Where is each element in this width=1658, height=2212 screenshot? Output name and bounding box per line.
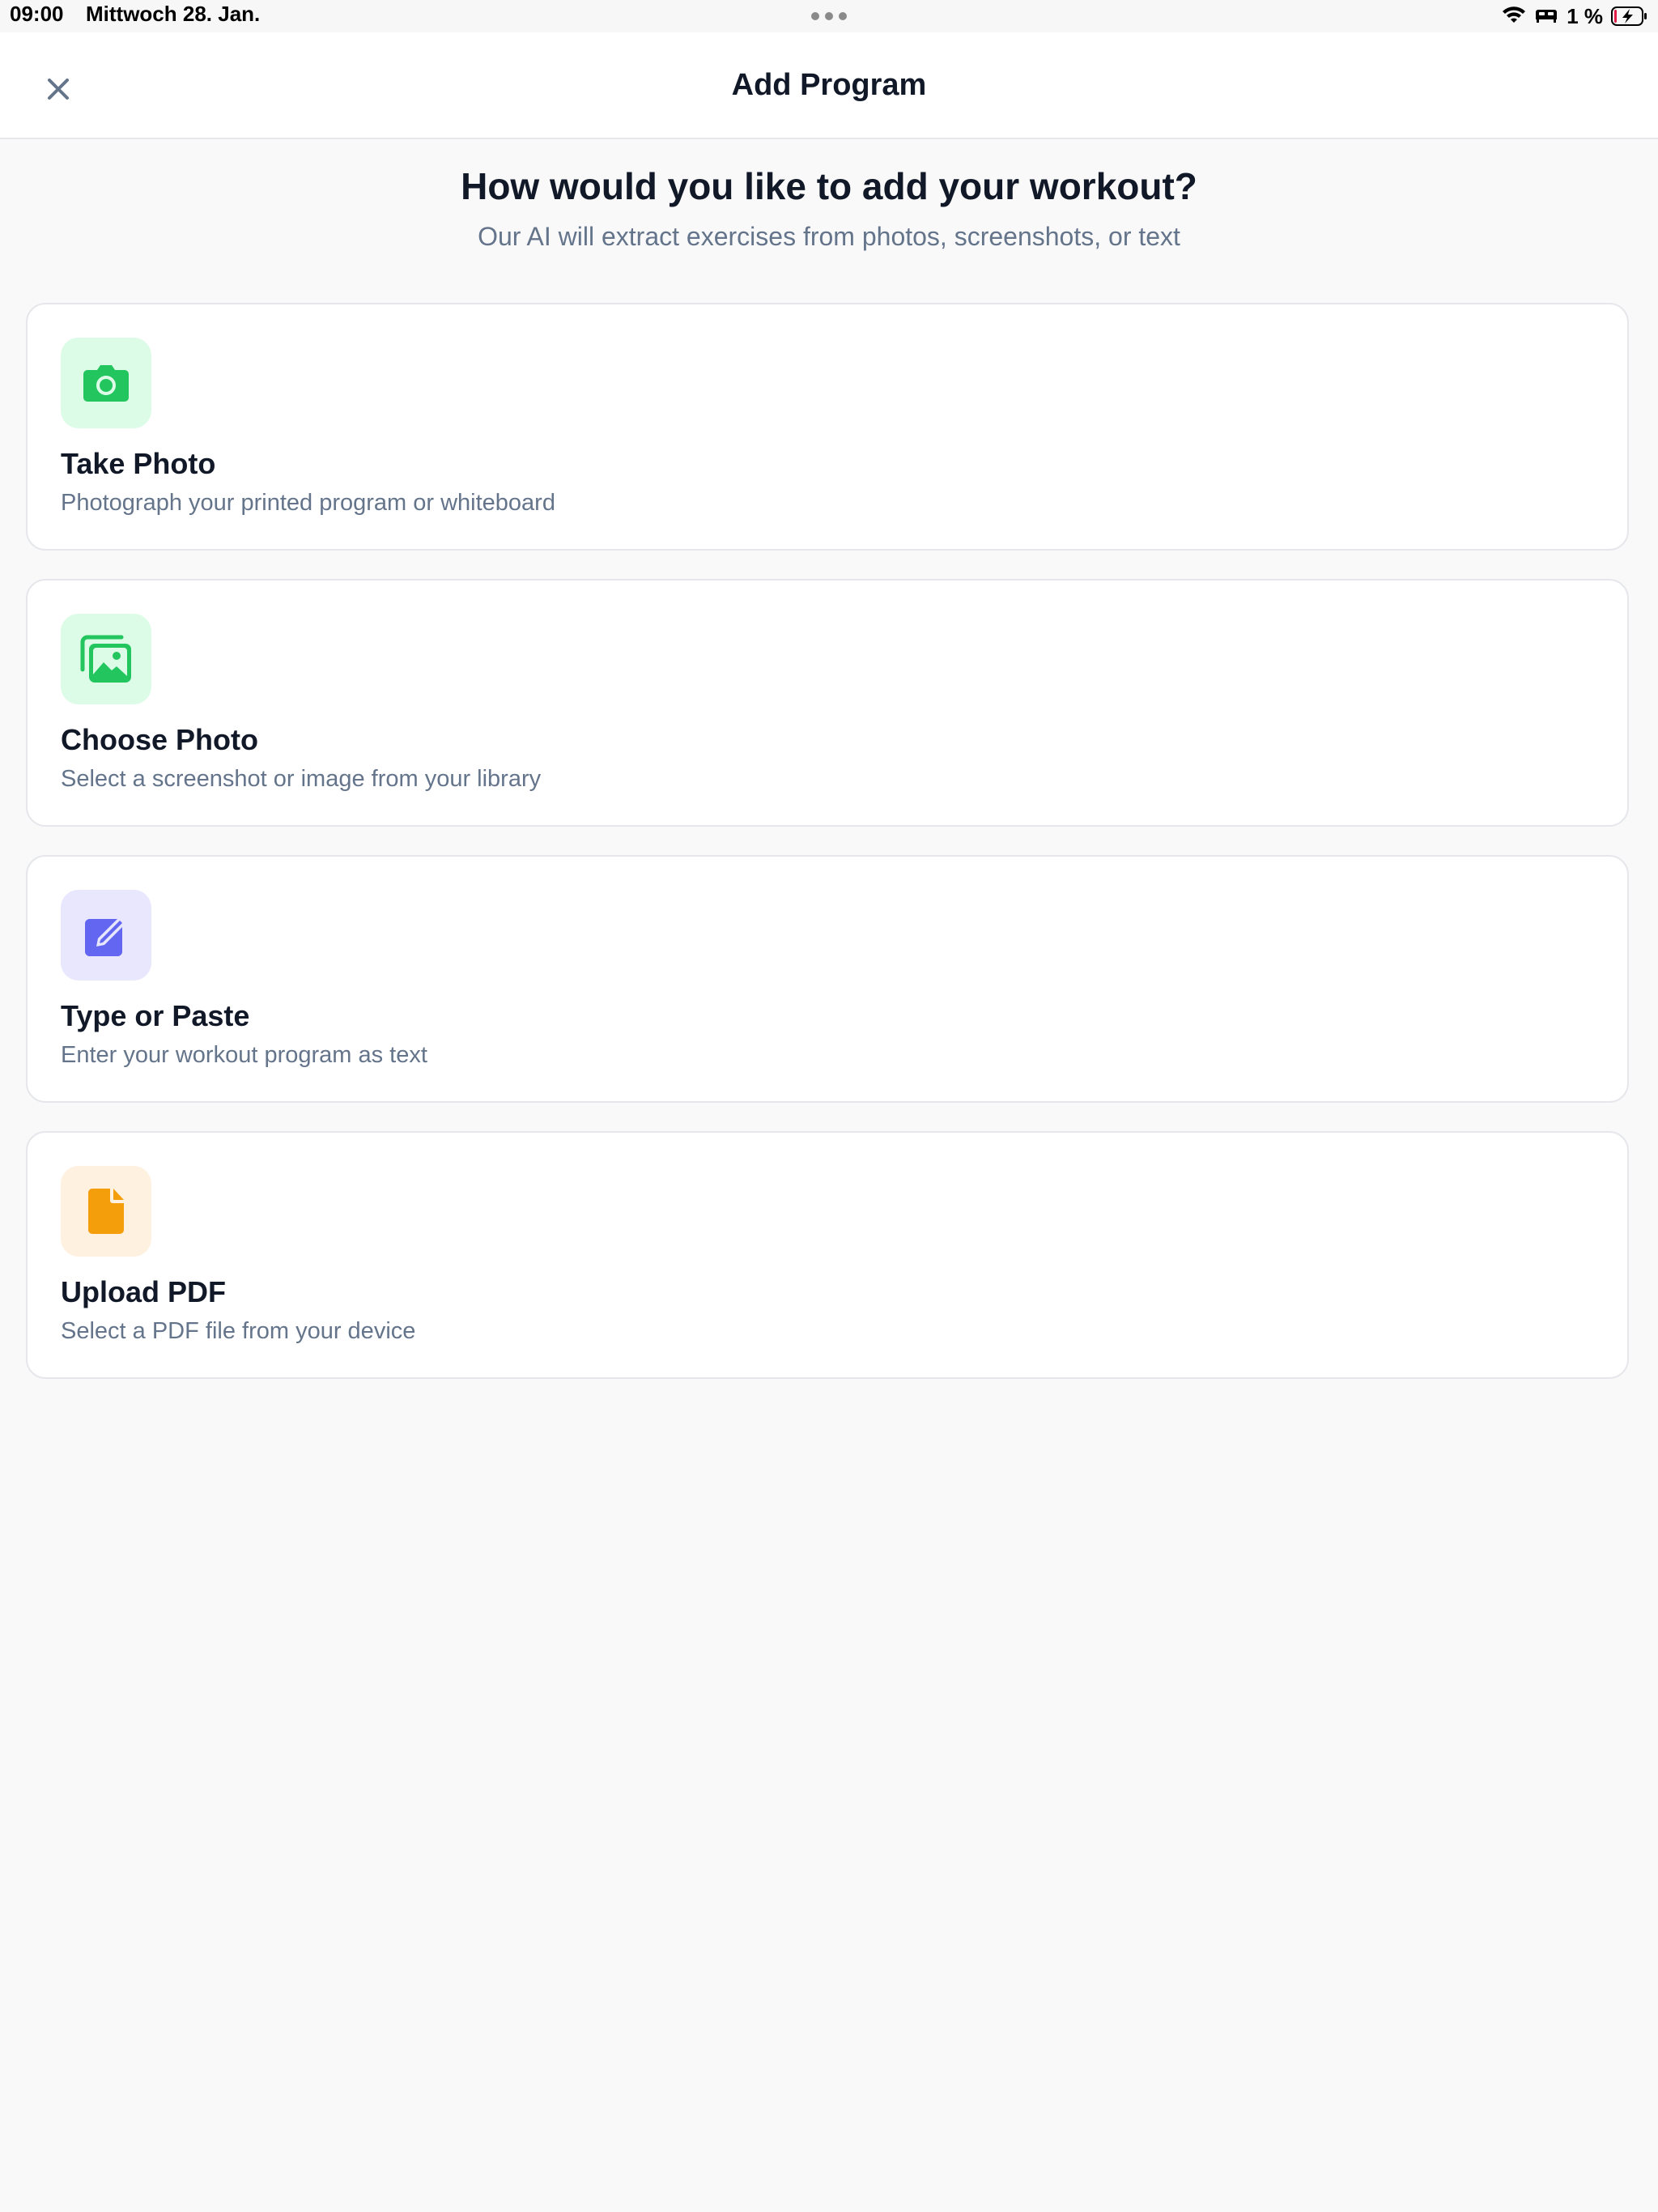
status-time: 09:00 — [10, 2, 64, 26]
status-bar: 09:00 Mittwoch 28. Jan. 1 % — [0, 0, 1658, 32]
document-icon — [88, 1189, 124, 1234]
upload-pdf-title: Upload PDF — [61, 1275, 226, 1308]
choose-photo-title: Choose Photo — [61, 723, 258, 756]
type-or-paste-description: Enter your workout program as text — [61, 1042, 427, 1068]
choose-photo-icon-tile — [61, 614, 151, 704]
battery-charging-icon — [1611, 6, 1648, 26]
upload-pdf-option[interactable]: Upload PDF Select a PDF file from your d… — [26, 1131, 1629, 1379]
status-indicators: 1 % — [1502, 3, 1648, 29]
sleep-bed-icon — [1534, 5, 1558, 28]
take-photo-description: Photograph your printed program or white… — [61, 490, 555, 516]
intro-title: How would you like to add your workout? — [461, 165, 1197, 207]
type-or-paste-title: Type or Paste — [61, 999, 250, 1032]
battery-percentage: 1 % — [1567, 3, 1603, 28]
take-photo-option[interactable]: Take Photo Photograph your printed progr… — [26, 303, 1629, 551]
wifi-icon — [1502, 5, 1526, 28]
choose-photo-description: Select a screenshot or image from your l… — [61, 766, 542, 792]
edit-icon — [85, 917, 125, 956]
page-title: Add Program — [731, 68, 927, 102]
header: Add Program — [0, 32, 1658, 139]
status-date: Mittwoch 28. Jan. — [86, 2, 261, 26]
intro-subtitle: Our AI will extract exercises from photo… — [478, 222, 1180, 251]
photo-library-icon — [80, 635, 131, 683]
upload-pdf-icon-tile — [61, 1166, 151, 1257]
upload-pdf-description: Select a PDF file from your device — [61, 1318, 416, 1344]
type-or-paste-icon-tile — [61, 890, 151, 981]
take-photo-icon-tile — [61, 338, 151, 428]
take-photo-title: Take Photo — [61, 447, 216, 480]
choose-photo-option[interactable]: Choose Photo Select a screenshot or imag… — [26, 579, 1629, 827]
type-or-paste-option[interactable]: Type or Paste Enter your workout program… — [26, 855, 1629, 1103]
multitasking-dots[interactable] — [811, 12, 847, 20]
camera-icon — [83, 365, 129, 402]
